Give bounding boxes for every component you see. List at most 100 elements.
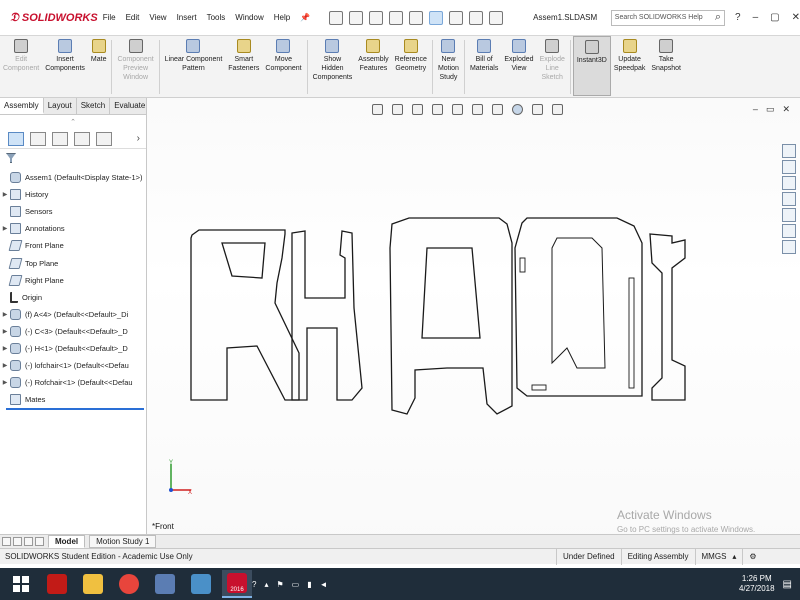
tab-sketch[interactable]: Sketch [77,98,111,114]
tree-item[interactable]: Origin [0,289,146,306]
tree-item[interactable]: ▶ (-) H<1> (Default<<Default>_D [0,340,146,357]
save-icon[interactable] [369,10,384,25]
customize-icon[interactable]: ⚙ [742,548,762,565]
menu-help[interactable]: Help [269,13,295,22]
menu-file[interactable]: File [98,13,121,22]
network-icon[interactable]: ▮ [307,580,311,589]
expand-arrow-icon[interactable]: ▶ [0,345,10,352]
tab-motion-study[interactable]: Motion Study 1 [89,535,157,548]
expand-arrow-icon[interactable]: ▶ [0,225,10,232]
assembly-features-button[interactable]: Assembly Features [355,36,391,73]
insert-components-button[interactable]: Insert Components [42,36,88,73]
expand-arrow-icon[interactable]: ▶ [0,311,10,318]
new-motion-study-button[interactable]: New Motion Study [435,36,462,82]
expand-arrow-icon[interactable]: ▶ [0,362,10,369]
calculator-icon[interactable] [150,570,180,598]
solidworks-taskbar-icon[interactable]: 2016 [222,570,252,598]
menu-edit[interactable]: Edit [121,13,145,22]
tree-item[interactable]: Top Plane [0,254,146,271]
help-search-input[interactable]: Search SOLIDWORKS Help ⌕ [610,9,726,26]
minimize-button[interactable]: – [753,12,759,23]
rebuild-icon[interactable] [449,10,464,25]
tree-item[interactable]: Sensors [0,203,146,220]
acrobat-icon[interactable] [42,570,72,598]
next-tab-button[interactable] [24,537,33,546]
expand-arrow-icon[interactable]: ▶ [0,191,10,198]
dimxpert-icon[interactable] [74,131,90,146]
reference-geometry-button[interactable]: Reference Geometry [392,36,430,73]
restore-button[interactable]: ▢ [770,12,779,23]
menu-tools[interactable]: Tools [202,13,231,22]
menu-window[interactable]: Window [230,13,268,22]
undo-icon[interactable] [409,10,424,25]
menu-insert[interactable]: Insert [172,13,202,22]
notifications-icon[interactable]: ▤ [783,579,792,590]
tree-item[interactable]: ▶ (f) A<4> (Default<<Default>_Di [0,306,146,323]
component-preview-window-button[interactable]: Component Preview Window [114,36,156,82]
tab-model[interactable]: Model [48,535,86,548]
file-explorer-taskbar-icon[interactable] [78,570,108,598]
exploded-view-button[interactable]: Exploded View [501,36,536,73]
expand-arrow-icon[interactable]: ▶ [0,379,10,386]
help-tray-icon[interactable]: ? [252,580,256,589]
graphics-area[interactable]: – ▭ ✕ Y X *Front Activate Windows Go to … [147,98,800,548]
tab-evaluate[interactable]: Evaluate [110,98,151,114]
tree-item[interactable]: Front Plane [0,237,146,254]
clock[interactable]: 1:26 PM 4/27/2018 [739,574,775,594]
solidworks-logo[interactable]: 𝔇 SOLIDWORKS [0,0,98,36]
tree-item[interactable]: ▶ Annotations [0,220,146,237]
mate-button[interactable]: Mate [88,36,110,64]
close-button[interactable]: ✕ [792,12,800,23]
help-icon[interactable]: ? [735,12,741,23]
select-icon[interactable] [429,10,444,25]
feature-manager-icon[interactable] [8,131,24,146]
battery-icon[interactable]: ▭ [292,580,300,589]
chrome-icon[interactable] [114,570,144,598]
windows-start-icon[interactable] [6,570,36,598]
volume-icon[interactable]: ◄ [320,580,328,589]
bill-of-materials-button[interactable]: Bill of Materials [467,36,501,73]
show-hidden-icons-icon[interactable]: ▴ [264,580,268,589]
tab-layout[interactable]: Layout [44,98,77,114]
edit-component-button[interactable]: Edit Component [0,36,42,73]
tree-item[interactable]: ▶ (-) C<3> (Default<<Default>_D [0,323,146,340]
chevron-right-icon[interactable]: › [137,133,140,144]
explode-line-sketch-button[interactable]: Explode Line Sketch [537,36,568,82]
linear-component-pattern-button[interactable]: Linear Component Pattern [162,36,226,73]
assembly-model-drawing[interactable] [147,98,800,548]
panel-resize-handle[interactable]: ⌃ [0,115,146,129]
tree-item[interactable]: Right Plane [0,272,146,289]
new-document-icon[interactable] [329,10,344,25]
menu-view[interactable]: View [144,13,171,22]
show-hidden-components-button[interactable]: Show Hidden Components [310,36,356,82]
tab-assembly[interactable]: Assembly [0,98,44,114]
update-speedpak-button[interactable]: Update Speedpak [611,36,649,73]
tree-item[interactable]: ▶ (-) lofchair<1> (Default<<Defau [0,357,146,374]
property-manager-icon[interactable] [30,131,46,146]
smart-fasteners-button[interactable]: Smart Fasteners [225,36,262,73]
tree-item[interactable]: ▶ History [0,186,146,203]
first-tab-button[interactable] [2,537,11,546]
last-tab-button[interactable] [35,537,44,546]
file-properties-icon[interactable] [469,10,484,25]
options-gear-icon[interactable] [489,10,504,25]
photos-icon[interactable] [186,570,216,598]
tree-item[interactable]: Mates [0,391,146,408]
filter-icon[interactable] [6,153,16,163]
display-manager-icon[interactable] [96,131,112,146]
print-icon[interactable] [389,10,404,25]
configuration-manager-icon[interactable] [52,131,68,146]
prev-tab-button[interactable] [13,537,22,546]
open-icon[interactable] [349,10,364,25]
units-selector[interactable]: MMGS ▴ [694,548,743,565]
search-icon[interactable]: ⌕ [715,11,721,24]
expand-arrow-icon[interactable]: ▶ [0,328,10,335]
tree-item[interactable]: ▶ (-) Rofchair<1> (Default<<Defau [0,374,146,391]
flag-icon[interactable]: ⚑ [276,580,283,589]
instant3d-button[interactable]: Instant3D [572,36,611,96]
take-snapshot-button[interactable]: Take Snapshot [648,36,684,73]
move-component-button[interactable]: Move Component [262,36,304,73]
pin-icon[interactable]: 📌 [295,13,315,22]
rollback-bar[interactable] [6,408,144,411]
tree-item[interactable]: Assem1 (Default<Display State-1>) [0,169,146,186]
